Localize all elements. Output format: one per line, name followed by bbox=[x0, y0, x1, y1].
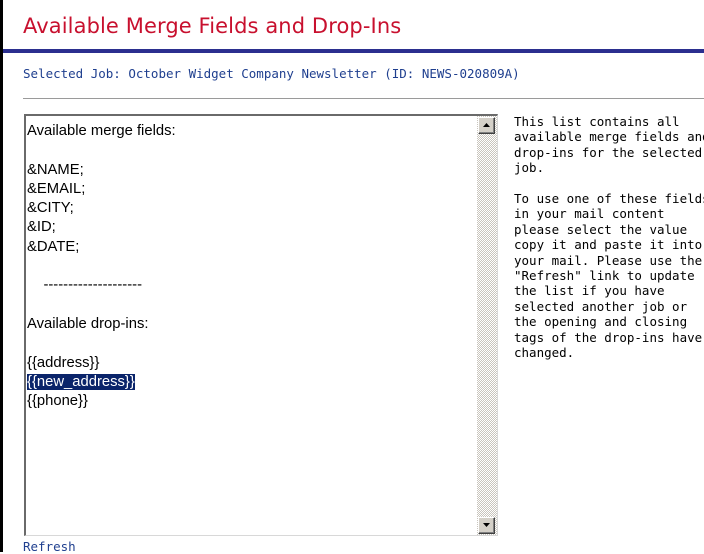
selected-job-label: Selected Job: October Widget Company New… bbox=[23, 66, 520, 81]
textarea-line: &DATE; bbox=[27, 238, 80, 255]
help-text: This list contains all available merge f… bbox=[514, 114, 704, 360]
scroll-up-button[interactable] bbox=[478, 117, 495, 134]
textarea-line bbox=[27, 141, 475, 160]
textarea-line bbox=[27, 257, 475, 276]
section-divider bbox=[23, 98, 704, 99]
merge-fields-content[interactable]: Available merge fields: &NAME; &EMAIL; &… bbox=[27, 122, 475, 411]
title-divider bbox=[3, 49, 704, 53]
textarea-line-selected: {{new_address}} bbox=[27, 373, 475, 392]
textarea-line: Available merge fields: bbox=[27, 123, 176, 139]
selected-text: {{new_address}} bbox=[27, 373, 135, 390]
help-paragraph-intro: This list contains all available merge f… bbox=[514, 114, 704, 176]
page-title: Available Merge Fields and Drop-Ins bbox=[23, 14, 402, 38]
textarea-line: &CITY; bbox=[27, 200, 74, 217]
scroll-down-button[interactable] bbox=[478, 517, 495, 534]
triangle-up-icon bbox=[483, 123, 490, 127]
window-left-border bbox=[0, 0, 3, 552]
merge-fields-textarea[interactable]: Available merge fields: &NAME; &EMAIL; &… bbox=[24, 114, 498, 536]
textarea-line: Available drop-ins: bbox=[27, 315, 149, 332]
textarea-line: -------------------- bbox=[27, 277, 142, 294]
triangle-down-icon bbox=[483, 523, 490, 527]
textarea-line: &EMAIL; bbox=[27, 180, 86, 197]
help-paragraph-instructions: To use one of these fields in your mail … bbox=[514, 191, 704, 361]
textarea-line bbox=[27, 296, 475, 315]
textarea-line: {{address}} bbox=[27, 354, 100, 371]
textarea-line: &ID; bbox=[27, 219, 56, 236]
textarea-line bbox=[27, 334, 475, 353]
vertical-scrollbar[interactable] bbox=[477, 116, 497, 535]
textarea-line: {{phone}} bbox=[27, 393, 88, 410]
textarea-line: &NAME; bbox=[27, 161, 84, 178]
